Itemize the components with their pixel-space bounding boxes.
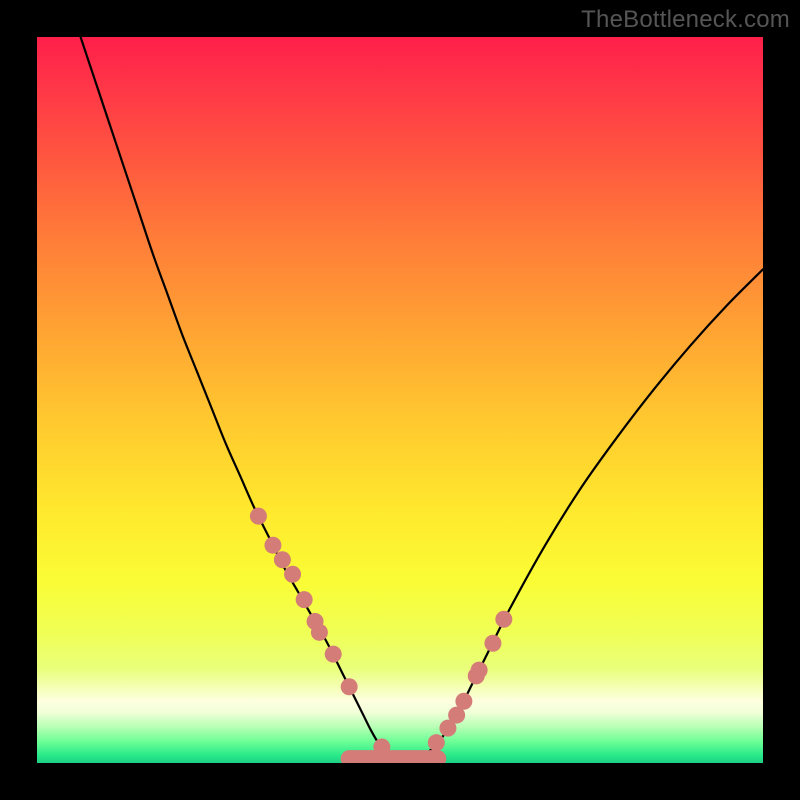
watermark-text: TheBottleneck.com xyxy=(581,6,790,34)
plot-area xyxy=(37,37,763,763)
emphasis-marker xyxy=(471,662,488,679)
chart-svg xyxy=(37,37,763,763)
emphasis-marker xyxy=(325,646,342,663)
outer-black-frame: TheBottleneck.com xyxy=(0,0,800,800)
emphasis-marker xyxy=(250,508,267,525)
emphasis-marker xyxy=(341,678,358,695)
emphasis-marker xyxy=(484,635,501,652)
emphasis-marker xyxy=(274,551,291,568)
emphasis-marker xyxy=(296,591,313,608)
emphasis-marker xyxy=(264,537,281,554)
emphasis-marker xyxy=(284,566,301,583)
emphasis-marker xyxy=(428,734,445,751)
emphasis-marker xyxy=(495,611,512,628)
emphasis-marker xyxy=(455,693,472,710)
emphasis-marker xyxy=(373,739,390,756)
bottleneck-curve xyxy=(81,37,763,760)
emphasis-marker xyxy=(311,624,328,641)
